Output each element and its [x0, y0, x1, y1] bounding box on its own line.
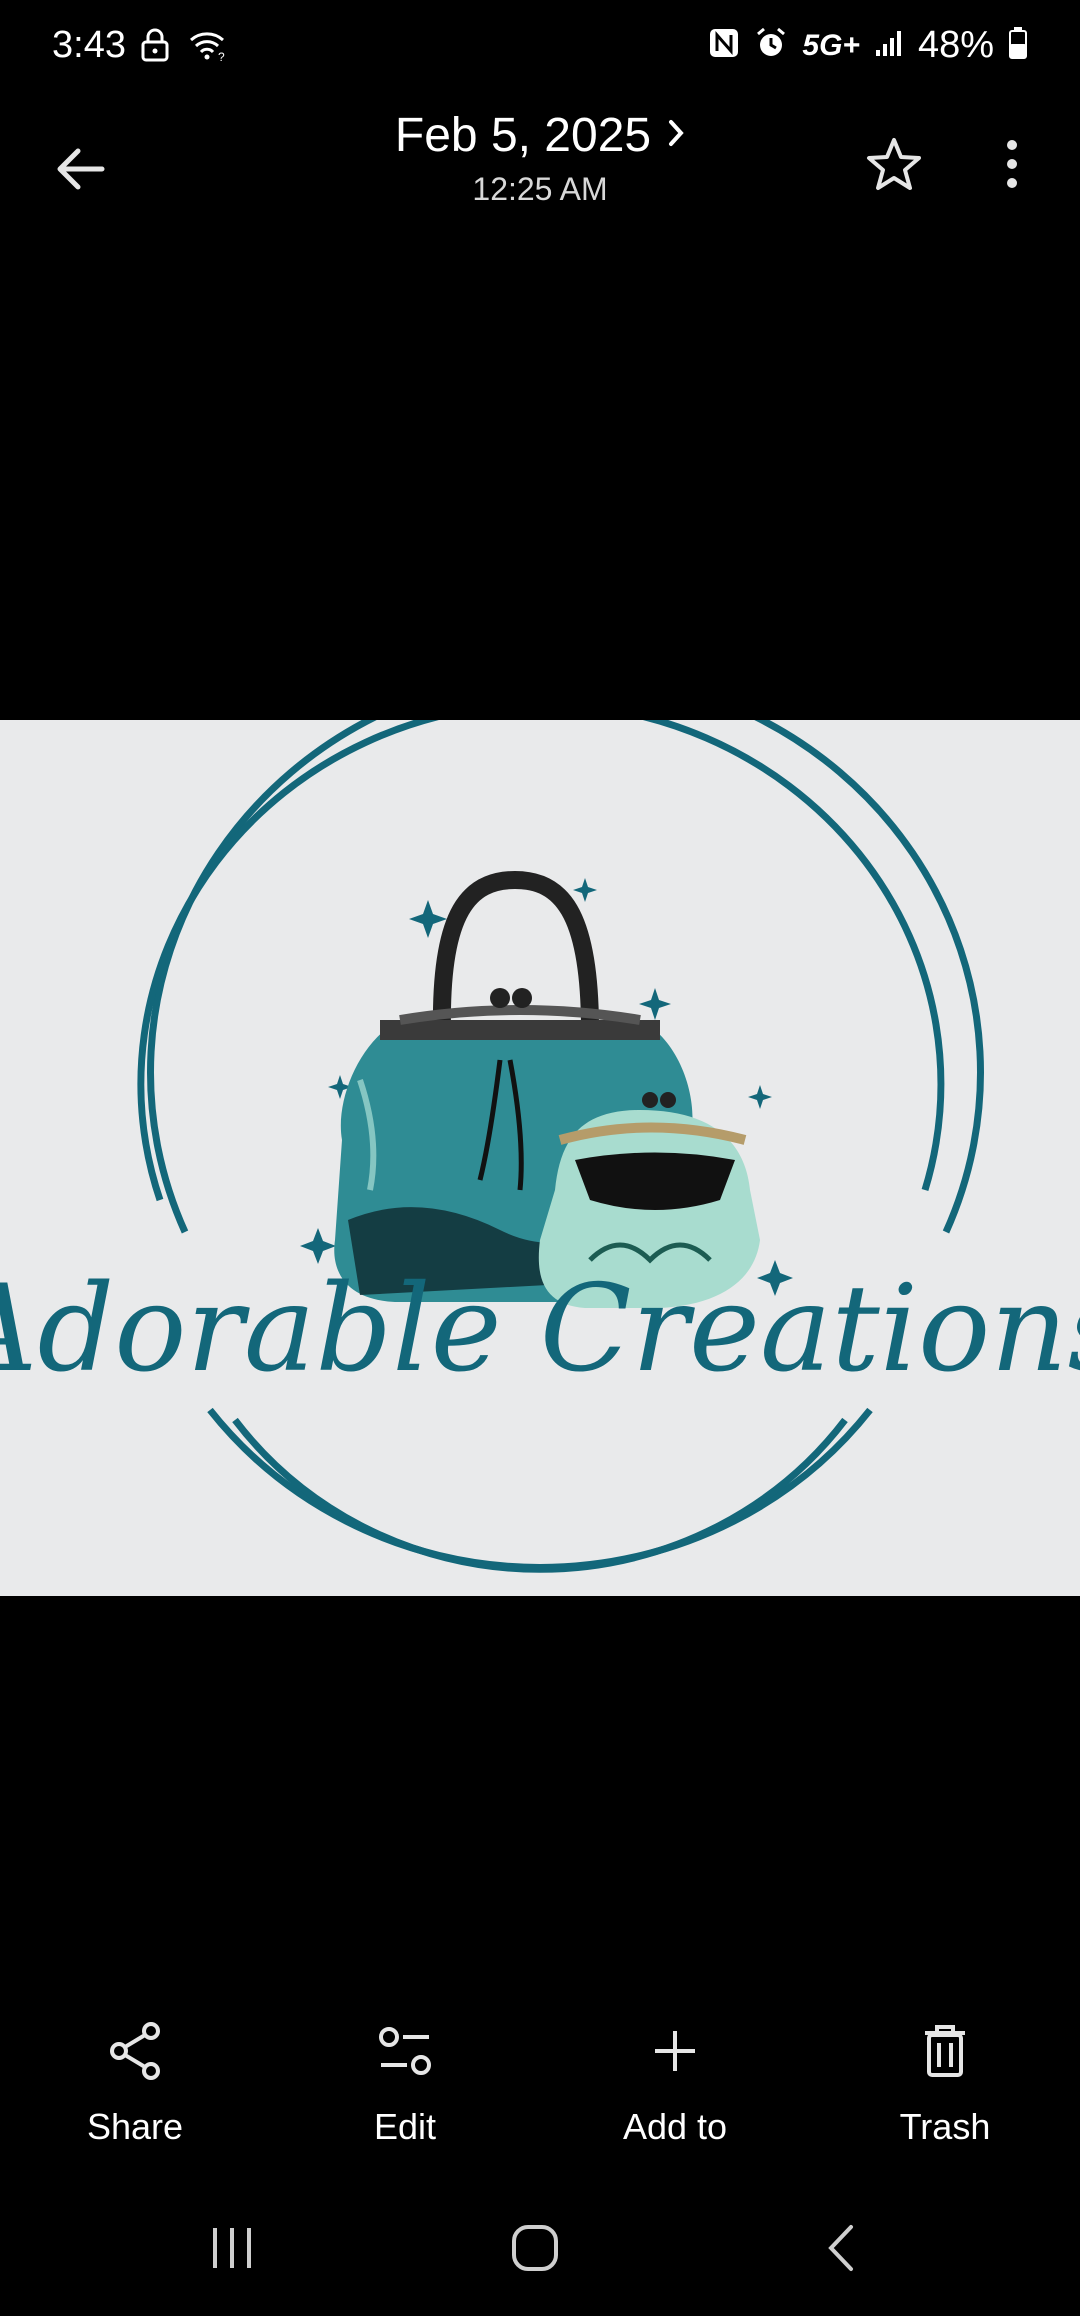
logo-text: Adorable Creations — [0, 1260, 1080, 1399]
favorite-button[interactable] — [858, 130, 930, 202]
plus-icon — [651, 2027, 699, 2080]
status-bar: 3:43 ? 5G+ 48% — [0, 0, 1080, 96]
home-button[interactable] — [475, 2210, 595, 2290]
status-time: 3:43 — [52, 24, 126, 66]
signal-icon — [874, 28, 904, 63]
battery-icon — [1008, 26, 1028, 65]
back-icon — [825, 2223, 855, 2278]
add-to-label: Add to — [622, 2106, 728, 2147]
chevron-right-icon — [667, 118, 685, 153]
back-button[interactable] — [40, 136, 120, 206]
share-label: Share — [86, 2106, 184, 2147]
edit-sliders-icon — [375, 2023, 435, 2084]
trash-icon — [921, 2023, 969, 2084]
photo-time: 12:25 AM — [472, 171, 608, 207]
add-to-button[interactable]: Add to — [565, 2010, 785, 2170]
photo-details-link[interactable]: Feb 5, 2025 12:25 AM — [300, 108, 780, 208]
trash-label: Trash — [899, 2106, 991, 2147]
action-bar: Share Edit Add to Trash — [0, 2010, 1080, 2170]
edit-button[interactable]: Edit — [295, 2010, 515, 2170]
nav-back-button[interactable] — [780, 2210, 900, 2290]
star-icon — [865, 136, 923, 197]
photo-date: Feb 5, 2025 — [394, 109, 652, 162]
system-nav-bar — [0, 2210, 1080, 2290]
photo-viewer-image[interactable]: Adorable Creations — [0, 720, 1080, 1596]
recents-icon — [207, 2226, 257, 2275]
more-options-button[interactable] — [980, 130, 1044, 202]
nfc-icon — [708, 27, 740, 64]
network-type: 5G+ — [802, 28, 860, 62]
svg-text:?: ? — [218, 50, 225, 62]
wifi-icon: ? — [188, 28, 228, 67]
viewer-header: Feb 5, 2025 12:25 AM — [0, 100, 1080, 230]
home-icon — [510, 2223, 560, 2278]
more-vert-icon — [1005, 139, 1019, 194]
lock-icon — [140, 28, 170, 67]
trash-button[interactable]: Trash — [835, 2010, 1055, 2170]
share-button[interactable]: Share — [25, 2010, 245, 2170]
back-arrow-icon — [54, 147, 106, 196]
recents-button[interactable] — [172, 2210, 292, 2290]
battery-percent: 48% — [917, 24, 994, 66]
edit-label: Edit — [373, 2106, 437, 2147]
logo-artwork: Adorable Creations — [0, 720, 1080, 1596]
alarm-icon — [754, 26, 788, 65]
share-icon — [107, 2021, 163, 2086]
